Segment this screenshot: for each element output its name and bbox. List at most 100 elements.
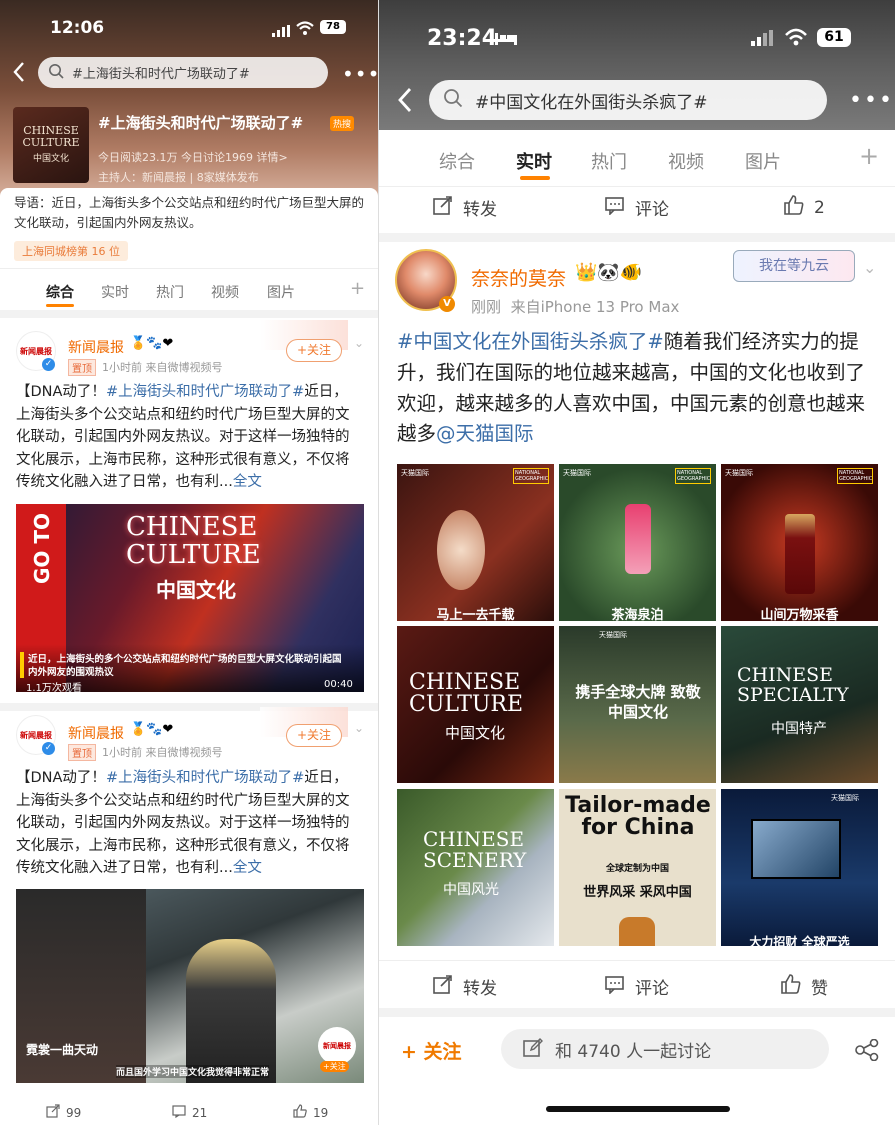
divider [379, 233, 895, 242]
tab-bar: 综合 实时 热门 视频 图片 + [379, 130, 895, 186]
topic-title: #上海街头和时代广场联动了# [98, 114, 304, 132]
tab-video[interactable]: 视频 [668, 148, 704, 174]
signal-icon [751, 30, 773, 50]
video-thumbnail[interactable]: GO TO CHINESE CULTURE 中国文化 近日，上海街头的多个公交站… [16, 504, 364, 692]
topic-link[interactable]: #上海街头和时代广场联动了# [106, 384, 304, 400]
grid-image-1[interactable]: 天猫国际 NATIONAL GEOGRAPHIC 马上一去千载 [397, 464, 554, 621]
back-icon[interactable] [397, 86, 413, 118]
video-follow-button[interactable]: +关注 [320, 1061, 349, 1072]
thumbs-up-icon [293, 1104, 307, 1121]
grid-image-8[interactable]: Tailor-made for China 全球定制为中国 世界风采 采风中国 [559, 789, 716, 946]
chevron-down-icon[interactable]: ⌄ [354, 336, 364, 350]
follow-button[interactable]: +关注 [286, 724, 342, 747]
grid-image-7[interactable]: CHINESE SCENERY 中国风光 [397, 789, 554, 946]
more-link[interactable]: 全文 [233, 474, 262, 490]
status-bar-icons: 78 [272, 20, 362, 37]
repost-button[interactable]: 99 [46, 1104, 81, 1121]
right-screen: 23:24 61 #中国文化在外国街头杀疯了# ••• 综合 实时 热门 视频 … [378, 0, 895, 1125]
author-name[interactable]: 新闻晨报 [68, 723, 124, 743]
bottom-bar: + 关注 和 4740 人一起讨论 [379, 1017, 895, 1125]
rank-badge[interactable]: 上海同城榜第 16 位 [14, 241, 128, 261]
topic-link[interactable]: #上海街头和时代广场联动了# [106, 770, 304, 786]
status-time: 23:24 [427, 26, 498, 51]
tab-plus-icon[interactable]: + [859, 142, 879, 170]
grid-image-2[interactable]: 天猫国际 NATIONAL GEOGRAPHIC 茶海泉泊 [559, 464, 716, 621]
prev-action-bar: 转发 评论 2 [379, 187, 895, 233]
post-meta: 刚刚 来自iPhone 13 Pro Max [471, 298, 680, 316]
tab-realtime[interactable]: 实时 [516, 148, 552, 174]
repost-icon [433, 974, 453, 999]
search-bar[interactable]: #上海街头和时代广场联动了# [38, 57, 328, 88]
repost-button[interactable]: 转发 [433, 195, 497, 220]
more-icon[interactable]: ••• [849, 88, 894, 113]
video-thumbnail[interactable]: 霓裳一曲天动 而且国外学习中国文化我觉得非常正常 新闻晨报 +关注 [16, 889, 364, 1083]
grid-image-6[interactable]: CHINESE SPECIALTY 中国特产 [721, 626, 878, 783]
tab-comprehensive[interactable]: 综合 [46, 282, 74, 302]
tab-plus-icon[interactable]: + [350, 278, 365, 299]
like-button[interactable]: 19 [293, 1104, 328, 1121]
bed-icon [495, 30, 517, 45]
battery-icon: 78 [320, 20, 346, 34]
comment-icon [605, 974, 625, 999]
video-subtitle-2: 而且国外学习中国文化我觉得非常正常 [116, 1065, 270, 1078]
comment-button[interactable]: 评论 [605, 974, 669, 999]
verified-icon: ✓ [42, 358, 55, 371]
tab-image[interactable]: 图片 [745, 148, 781, 174]
thumbs-up-icon [781, 974, 801, 999]
grid-image-4[interactable]: CHINESE CULTURE 中国文化 [397, 626, 554, 783]
grid-image-3[interactable]: 天猫国际 NATIONAL GEOGRAPHIC 山间万物采香 [721, 464, 878, 621]
back-icon[interactable] [12, 60, 26, 90]
author-name[interactable]: 奈奈的莫奈 [471, 264, 566, 291]
tab-image[interactable]: 图片 [267, 282, 295, 302]
more-icon[interactable]: ••• [342, 62, 378, 86]
repost-button[interactable]: 转发 [433, 974, 497, 999]
video-views: 1.1万次观看 [26, 683, 82, 692]
post-card: 新闻晨报 ✓ 新闻晨报 🏅🐾❤ 置顶 1小时前 来自微博视频号 +关注 ⌄ 【D… [0, 707, 378, 1091]
discuss-input[interactable]: 和 4740 人一起讨论 [501, 1029, 829, 1069]
tab-realtime[interactable]: 实时 [101, 282, 129, 302]
share-icon[interactable] [855, 1038, 879, 1065]
search-query: #中国文化在外国街头杀疯了# [475, 92, 708, 113]
video-side-text: GO TO [30, 512, 54, 584]
topic-link[interactable]: #中国文化在外国街头杀疯了# [397, 330, 664, 353]
follow-topic-button[interactable]: + 关注 [401, 1037, 462, 1064]
topic-cover-en: CHINESE CULTURE [22, 124, 80, 149]
like-button[interactable]: 2 [784, 195, 825, 220]
comment-button[interactable]: 21 [172, 1104, 207, 1121]
search-icon [48, 63, 64, 83]
divider [0, 268, 378, 269]
thumbs-up-icon [784, 195, 804, 220]
product-box [751, 819, 841, 879]
left-screen: 12:06 78 #上海街头和时代广场联动了# ••• CHINESE CULT… [0, 0, 378, 1125]
comment-button[interactable]: 评论 [605, 195, 669, 220]
search-icon [443, 88, 463, 112]
topic-stats[interactable]: 今日阅读23.1万 今日讨论1969 详情> [98, 149, 288, 165]
video-caption: 近日，上海街头的多个公交站点和纽约时代广场的巨型大屏文化联动引起国内外网友的围观… [28, 654, 342, 678]
grid-image-9[interactable]: 天猫国际 大力招财 全球严选 [721, 789, 878, 946]
divider [379, 960, 895, 961]
tab-video[interactable]: 视频 [211, 282, 239, 302]
verified-icon: ✓ [42, 742, 55, 755]
bottle-shape [785, 514, 815, 594]
repost-icon [46, 1104, 60, 1121]
tab-hot[interactable]: 热门 [156, 282, 184, 302]
mention-link[interactable]: @天猫国际 [436, 422, 534, 445]
more-link[interactable]: 全文 [233, 860, 262, 876]
video-title-en2: CULTURE [126, 540, 261, 570]
follow-button[interactable]: +关注 [286, 339, 342, 362]
video-subtitle-1: 霓裳一曲天动 [26, 1043, 99, 1057]
post-text: #中国文化在外国街头杀疯了#随着我们经济实力的提升，我们在国际的地位越来越高，中… [397, 330, 866, 446]
video-title-en1: CHINESE [126, 512, 258, 542]
search-bar[interactable]: #中国文化在外国街头杀疯了# [429, 80, 827, 120]
chevron-down-icon[interactable]: ⌄ [863, 258, 876, 277]
bottle-shape [625, 504, 651, 574]
wifi-icon [296, 20, 314, 35]
author-name[interactable]: 新闻晨报 [68, 337, 124, 357]
like-button[interactable]: 赞 [781, 974, 828, 999]
pin-badge: 置顶 [68, 359, 96, 376]
tab-hot[interactable]: 热门 [591, 148, 627, 174]
tab-comprehensive[interactable]: 综合 [439, 148, 475, 174]
grid-image-5[interactable]: 天猫国际 携手全球大牌 致敬中国文化 [559, 626, 716, 783]
chevron-down-icon[interactable]: ⌄ [354, 721, 364, 735]
video-avatar[interactable]: 新闻晨报 [318, 1027, 356, 1065]
